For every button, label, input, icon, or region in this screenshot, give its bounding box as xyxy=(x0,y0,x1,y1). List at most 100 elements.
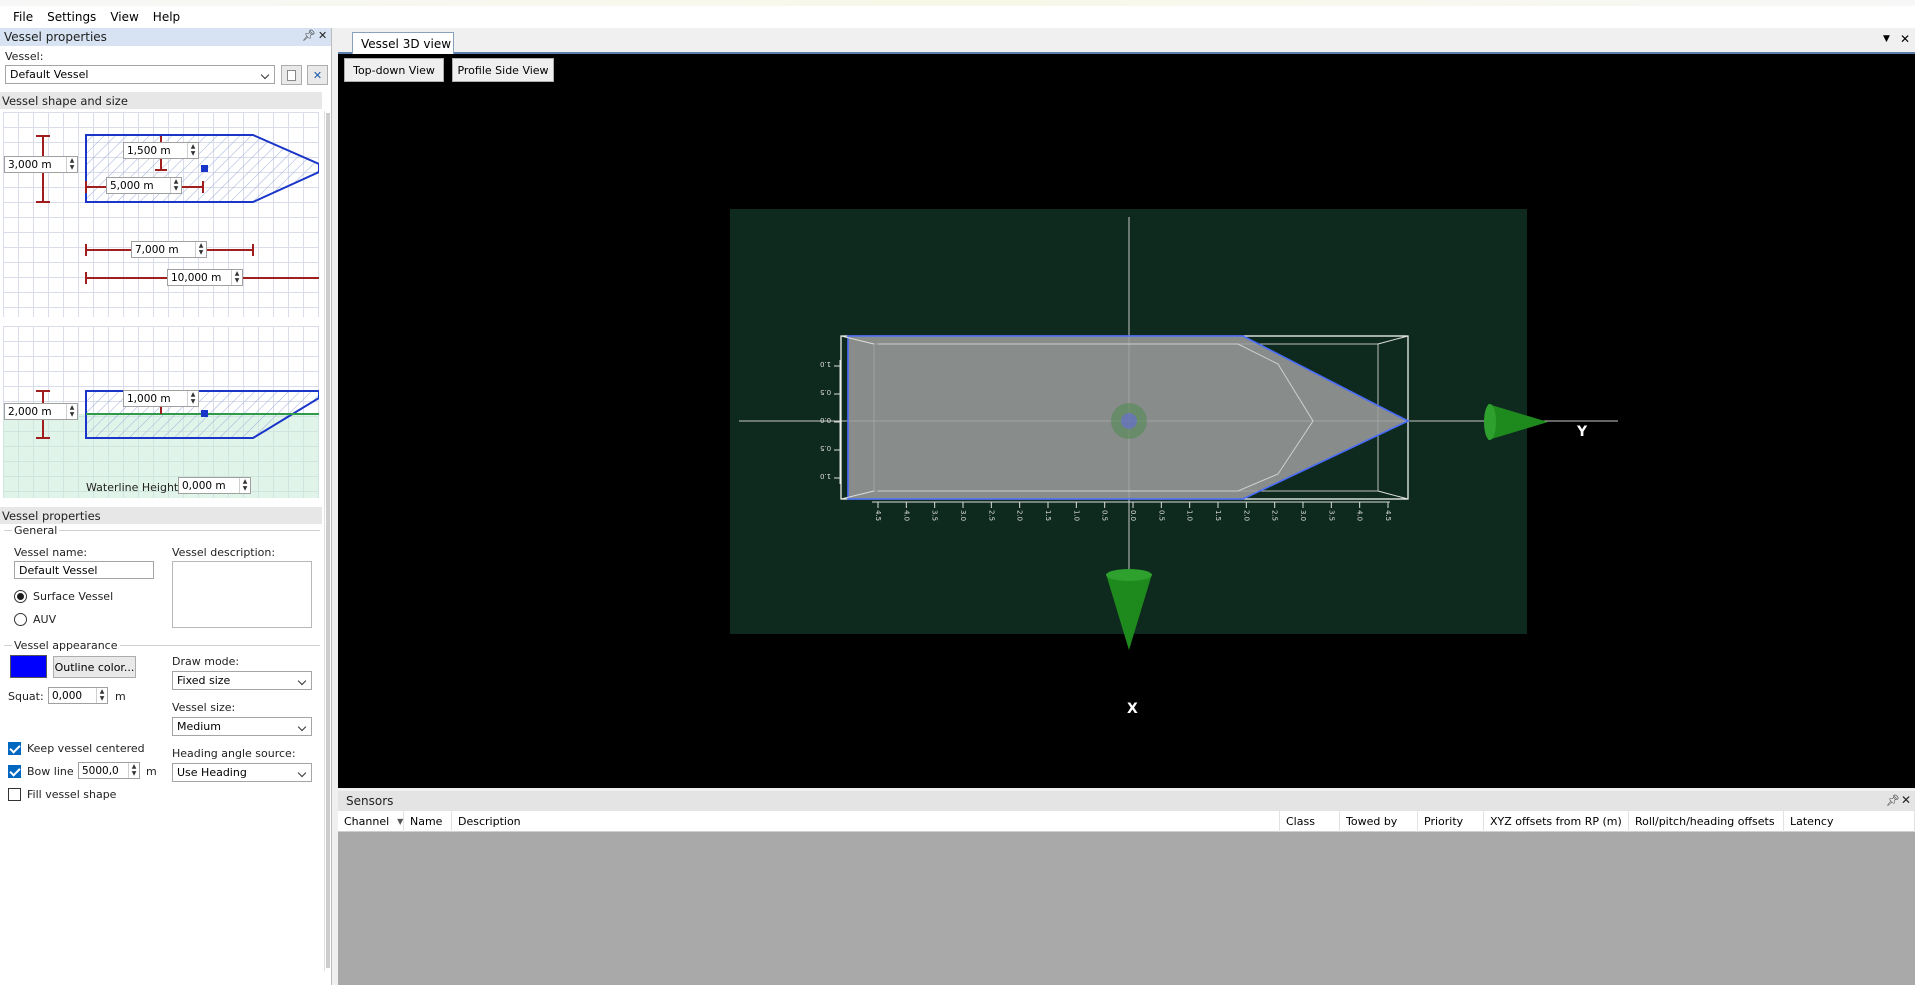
ruler-x-tick-label: 4.5 xyxy=(874,510,882,521)
tab-bar: Vessel 3D view ▼ ✕ xyxy=(338,28,1915,54)
ruler-y-tick-label: 1.0 xyxy=(820,472,831,480)
delete-vessel-button[interactable]: ✕ xyxy=(307,65,328,85)
rp-offset-spinner[interactable]: 5,000 m ▲ ▼ xyxy=(106,177,182,194)
outline-color-swatch[interactable] xyxy=(10,655,47,678)
top-view-schematic: 3,000 m ▲ ▼ 1,500 m ▲ ▼ 5,000 m ▲ ▼ 7,000 m ▲ ▼ … xyxy=(3,112,319,317)
col-rph-offsets[interactable]: Roll/pitch/heading offsets xyxy=(1629,811,1784,832)
col-priority[interactable]: Priority xyxy=(1418,811,1484,832)
vessel-3d-viewport[interactable]: Top-down View Profile Side View 4.5 4.0 3.… xyxy=(338,54,1915,788)
appearance-label: Vessel appearance xyxy=(12,639,120,652)
outline-color-button[interactable]: Outline color... xyxy=(53,656,136,678)
panel-header: Vessel properties 📌︎ ✕ xyxy=(0,28,331,46)
reference-point-marker[interactable] xyxy=(201,165,208,172)
ruler-x-tick-label: 3.0 xyxy=(959,510,967,521)
draw-mode-label: Draw mode: xyxy=(172,655,240,668)
squat-label: Squat: xyxy=(8,690,44,703)
new-document-icon xyxy=(287,69,296,81)
origin-marker xyxy=(1121,413,1137,429)
props-section-header: Vessel properties xyxy=(0,507,322,524)
close-tab-icon[interactable]: ✕ xyxy=(1900,32,1910,46)
menu-view[interactable]: View xyxy=(103,8,145,26)
ruler-x-tick-label: 1.0 xyxy=(1186,510,1194,521)
heading-source-label: Heading angle source: xyxy=(172,747,296,760)
total-length-spinner[interactable]: 10,000 m ▲ ▼ xyxy=(167,269,243,286)
keep-centered-checkbox[interactable] xyxy=(8,742,21,755)
bow-offset-spinner[interactable]: 1,500 m ▲ ▼ xyxy=(123,142,199,159)
ruler-x-tick-label: 1.5 xyxy=(1214,510,1222,521)
panel-scrollbar[interactable] xyxy=(324,111,330,971)
waterline-spinner[interactable]: 0,000 m ▲ ▼ xyxy=(178,477,251,494)
col-class[interactable]: Class xyxy=(1280,811,1340,832)
pin-icon[interactable]: 📌︎ xyxy=(302,29,316,42)
rp-marker-side[interactable] xyxy=(201,410,208,417)
auv-radio[interactable] xyxy=(14,613,27,626)
delete-x-icon: ✕ xyxy=(312,68,323,82)
close-panel-icon[interactable]: ✕ xyxy=(318,29,327,42)
col-latency[interactable]: Latency xyxy=(1784,811,1915,832)
ruler-x-tick-label: 2.5 xyxy=(987,510,995,521)
draw-mode-select[interactable]: Fixed size xyxy=(172,671,312,690)
vessel-select[interactable]: Default Vessel xyxy=(5,65,275,84)
hull-length-spinner[interactable]: 7,000 m ▲ ▼ xyxy=(131,241,207,258)
vessel-size-select[interactable]: Medium xyxy=(172,717,312,736)
ruler-x-tick-label: 0.0 xyxy=(1129,510,1137,521)
vessel-description-label: Vessel description: xyxy=(172,546,276,559)
new-vessel-button[interactable] xyxy=(281,65,302,85)
bow-line-spinner[interactable]: 5000,0 ▲ ▼ xyxy=(78,762,140,779)
menu-file[interactable]: File xyxy=(6,8,40,26)
scrollbar-thumb[interactable] xyxy=(326,113,330,968)
ruler-x-tick-label: 2.0 xyxy=(1016,510,1024,521)
ruler-x-tick-label: 0.5 xyxy=(1101,510,1109,521)
vessel-description-input[interactable] xyxy=(172,561,312,628)
vessel-select-value: Default Vessel xyxy=(10,68,89,81)
auv-label[interactable]: AUV xyxy=(33,613,56,626)
draft-spinner[interactable]: 1,000 m ▲ ▼ xyxy=(123,390,199,407)
height-spinner[interactable]: 2,000 m ▲ ▼ xyxy=(4,403,78,420)
bow-line-checkbox[interactable] xyxy=(8,765,21,778)
sensors-close-icon[interactable]: ✕ xyxy=(1901,793,1911,807)
ruler-y-tick-label: 1.0 xyxy=(820,360,831,368)
bow-line-label[interactable]: Bow line xyxy=(27,765,74,778)
ruler-x-tick-label: 0.5 xyxy=(1157,510,1165,521)
sensors-column-header: Channel ▼ Name Description Class Towed by… xyxy=(338,811,1915,832)
menu-settings[interactable]: Settings xyxy=(40,8,103,26)
vessel-name-label: Vessel name: xyxy=(14,546,88,559)
heading-source-select[interactable]: Use Heading xyxy=(172,763,312,782)
menu-help[interactable]: Help xyxy=(146,8,187,26)
col-channel[interactable]: Channel ▼ xyxy=(338,811,404,832)
squat-spinner[interactable]: 0,000 ▲ ▼ xyxy=(48,687,108,704)
tab-dropdown-icon[interactable]: ▼ xyxy=(1883,34,1890,44)
fill-shape-checkbox[interactable] xyxy=(8,788,21,801)
sensors-header: Sensors 📌︎ ✕ xyxy=(338,791,1915,811)
ruler-x-tick-label: 3.5 xyxy=(1327,510,1335,521)
document-area: Vessel 3D view ▼ ✕ Top-down View Profile… xyxy=(338,28,1915,788)
sensors-pin-icon[interactable]: 📌︎ xyxy=(1886,794,1900,807)
col-towed-by[interactable]: Towed by xyxy=(1340,811,1418,832)
surface-vessel-label[interactable]: Surface Vessel xyxy=(33,590,113,603)
ruler-x-tick-label: 2.5 xyxy=(1271,510,1279,521)
ruler-y-tick-label: 0.5 xyxy=(820,388,831,396)
ruler-x-tick-label: 3.5 xyxy=(931,510,939,521)
scene-3d: 4.5 4.0 3.5 3.0 2.5 2.0 1.5 1.0 0.5 0.0 0.5 1.0 1.5 2… xyxy=(730,209,1618,717)
axis-x-label: X xyxy=(1127,701,1138,717)
axis-y-label: Y xyxy=(1576,424,1588,440)
menu-bar: File Settings View Help xyxy=(0,6,1915,28)
ruler-x-tick-label: 4.0 xyxy=(902,510,910,521)
squat-unit: m xyxy=(115,690,126,703)
bow-line-unit: m xyxy=(146,765,157,778)
vessel-label: Vessel: xyxy=(5,50,44,63)
vessel-size-label: Vessel size: xyxy=(172,701,236,714)
tab-vessel-3d-view[interactable]: Vessel 3D view xyxy=(352,32,454,54)
col-description[interactable]: Description xyxy=(452,811,1280,832)
ruler-x-tick-label: 1.0 xyxy=(1072,510,1080,521)
width-spinner[interactable]: 3,000 m ▲ ▼ xyxy=(4,156,78,173)
col-xyz-offsets[interactable]: XYZ offsets from RP (m) xyxy=(1484,811,1629,832)
ruler-x-tick-label: 1.5 xyxy=(1044,510,1052,521)
col-name[interactable]: Name xyxy=(404,811,452,832)
keep-centered-label[interactable]: Keep vessel centered xyxy=(27,742,145,755)
fill-shape-label[interactable]: Fill vessel shape xyxy=(27,788,116,801)
surface-vessel-radio[interactable] xyxy=(14,590,27,603)
sensors-panel: Sensors 📌︎ ✕ Channel ▼ Name Description C… xyxy=(338,791,1915,985)
vessel-name-input[interactable]: Default Vessel xyxy=(14,561,154,579)
vessel-properties-panel: Vessel properties 📌︎ ✕ Vessel: Default V… xyxy=(0,28,332,985)
